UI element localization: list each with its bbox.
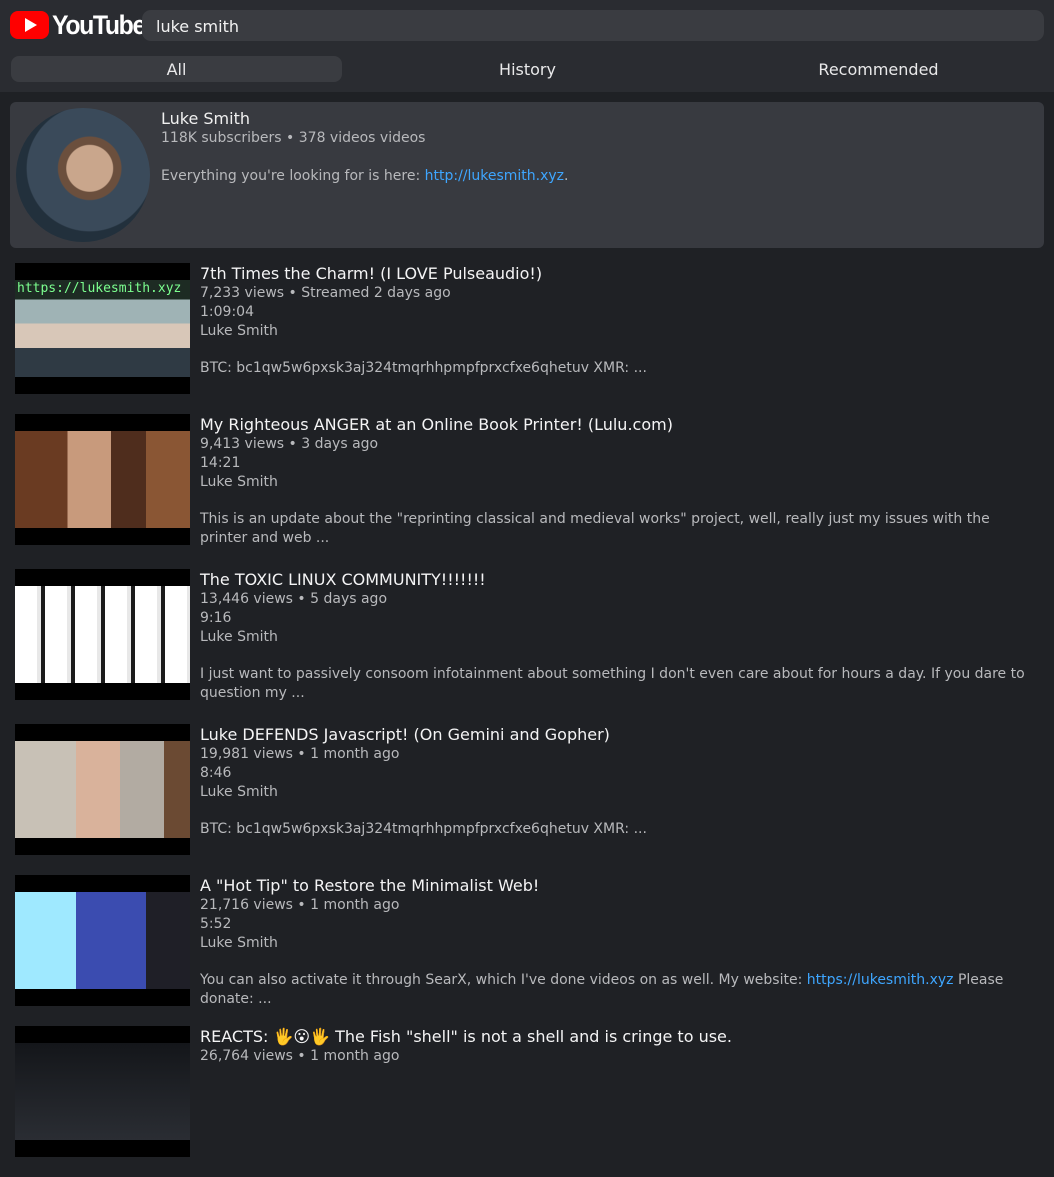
video-item[interactable]: A "Hot Tip" to Restore the Minimalist We…	[0, 875, 1054, 1026]
youtube-logo[interactable]: YouTube	[10, 10, 153, 40]
video-item[interactable]: Luke DEFENDS Javascript! (On Gemini and …	[0, 724, 1054, 875]
thumbnail-image	[15, 431, 190, 528]
tab-bar: All History Recommended	[11, 56, 1044, 82]
channel-desc-suffix: .	[564, 168, 569, 184]
video-meta: 26,764 views • 1 month ago	[200, 1048, 400, 1064]
video-duration: 5:52	[200, 916, 232, 932]
video-duration: 14:21	[200, 455, 241, 471]
video-title[interactable]: My Righteous ANGER at an Online Book Pri…	[200, 415, 673, 434]
thumbnail-text: https://lukesmith.xyz	[17, 281, 182, 296]
video-channel[interactable]: Luke Smith	[200, 323, 278, 339]
video-list: https://lukesmith.xyz 7th Times the Char…	[0, 263, 1054, 1177]
video-channel[interactable]: Luke Smith	[200, 784, 278, 800]
channel-name[interactable]: Luke Smith	[161, 109, 250, 128]
tab-recommended[interactable]: Recommended	[713, 56, 1044, 82]
video-thumbnail[interactable]	[15, 875, 190, 1006]
video-item[interactable]: https://lukesmith.xyz 7th Times the Char…	[0, 263, 1054, 414]
video-title[interactable]: REACTS: 🖐️😮🖐️ The Fish "shell" is not a …	[200, 1027, 732, 1046]
video-description: You can also activate it through SearX, …	[200, 971, 1030, 1009]
video-item[interactable]: REACTS: 🖐️😮🖐️ The Fish "shell" is not a …	[0, 1026, 1054, 1177]
logo-text: YouTube	[52, 9, 146, 40]
video-duration: 1:09:04	[200, 304, 254, 320]
video-item[interactable]: The TOXIC LINUX COMMUNITY!!!!!!! 13,446 …	[0, 569, 1054, 724]
video-description: BTC: bc1qw5w6pxsk3aj324tmqrhhpmpfprxcfxe…	[200, 821, 647, 837]
video-thumbnail[interactable]: https://lukesmith.xyz	[15, 263, 190, 394]
video-desc-link[interactable]: https://lukesmith.xyz	[807, 972, 954, 988]
thumbnail-image	[15, 586, 190, 683]
video-title[interactable]: The TOXIC LINUX COMMUNITY!!!!!!!	[200, 570, 486, 589]
video-thumbnail[interactable]	[15, 414, 190, 545]
video-channel[interactable]: Luke Smith	[200, 935, 278, 951]
video-description: I just want to passively consoom infotai…	[200, 666, 1025, 701]
video-thumbnail[interactable]	[15, 1026, 190, 1157]
channel-card[interactable]: Luke Smith 118K subscribers • 378 videos…	[10, 102, 1044, 248]
video-channel[interactable]: Luke Smith	[200, 629, 278, 645]
video-thumbnail[interactable]	[15, 724, 190, 855]
tab-history[interactable]: History	[362, 56, 693, 82]
video-description: This is an update about the "reprinting …	[200, 511, 990, 546]
video-duration: 8:46	[200, 765, 232, 781]
channel-website-link[interactable]: http://lukesmith.xyz	[425, 168, 564, 184]
video-meta: 13,446 views • 5 days ago	[200, 591, 388, 607]
top-bar: YouTube All History Recommended	[0, 0, 1054, 92]
video-meta: 9,413 views • 3 days ago	[200, 436, 379, 452]
thumbnail-image	[15, 892, 190, 989]
channel-avatar[interactable]	[16, 108, 150, 242]
video-title[interactable]: Luke DEFENDS Javascript! (On Gemini and …	[200, 725, 610, 744]
search-input[interactable]	[142, 10, 1044, 41]
play-icon	[10, 11, 49, 39]
channel-description: Everything you're looking for is here: h…	[161, 168, 569, 184]
video-desc-prefix: You can also activate it through SearX, …	[200, 972, 807, 988]
video-description: BTC: bc1qw5w6pxsk3aj324tmqrhhpmpfprxcfxe…	[200, 360, 647, 376]
video-meta: 7,233 views • Streamed 2 days ago	[200, 285, 451, 301]
thumbnail-image	[15, 1043, 190, 1140]
video-duration: 9:16	[200, 610, 232, 626]
thumbnail-image	[15, 741, 190, 838]
video-channel[interactable]: Luke Smith	[200, 474, 278, 490]
channel-meta: 118K subscribers • 378 videos videos	[161, 130, 426, 146]
tab-all[interactable]: All	[11, 56, 342, 82]
video-title[interactable]: 7th Times the Charm! (I LOVE Pulseaudio!…	[200, 264, 542, 283]
video-meta: 21,716 views • 1 month ago	[200, 897, 400, 913]
video-meta: 19,981 views • 1 month ago	[200, 746, 400, 762]
video-item[interactable]: My Righteous ANGER at an Online Book Pri…	[0, 414, 1054, 569]
video-thumbnail[interactable]	[15, 569, 190, 700]
video-title[interactable]: A "Hot Tip" to Restore the Minimalist We…	[200, 876, 539, 895]
channel-desc-prefix: Everything you're looking for is here:	[161, 168, 425, 184]
